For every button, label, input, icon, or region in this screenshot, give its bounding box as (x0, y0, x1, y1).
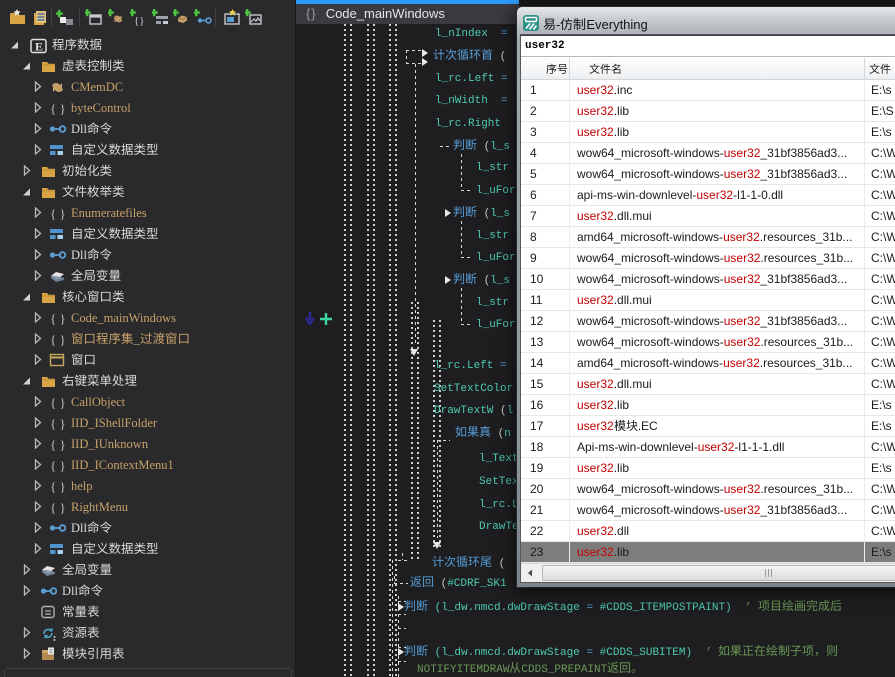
svg-text:{ }: { } (50, 458, 66, 473)
svg-text:{ }: { } (50, 395, 66, 410)
svg-text:{ }: { } (50, 101, 66, 116)
svg-text:{ }: { } (50, 437, 66, 452)
svg-text:{ }: { } (50, 206, 66, 221)
svg-text:{ }: { } (50, 311, 66, 326)
svg-text:{}: {} (134, 15, 145, 27)
svg-text:{ }: { } (50, 416, 66, 431)
svg-text:{ }: { } (50, 479, 66, 494)
svg-text:E: E (35, 40, 43, 54)
svg-text:{ }: { } (50, 500, 66, 515)
svg-text:{ }: { } (50, 332, 66, 347)
